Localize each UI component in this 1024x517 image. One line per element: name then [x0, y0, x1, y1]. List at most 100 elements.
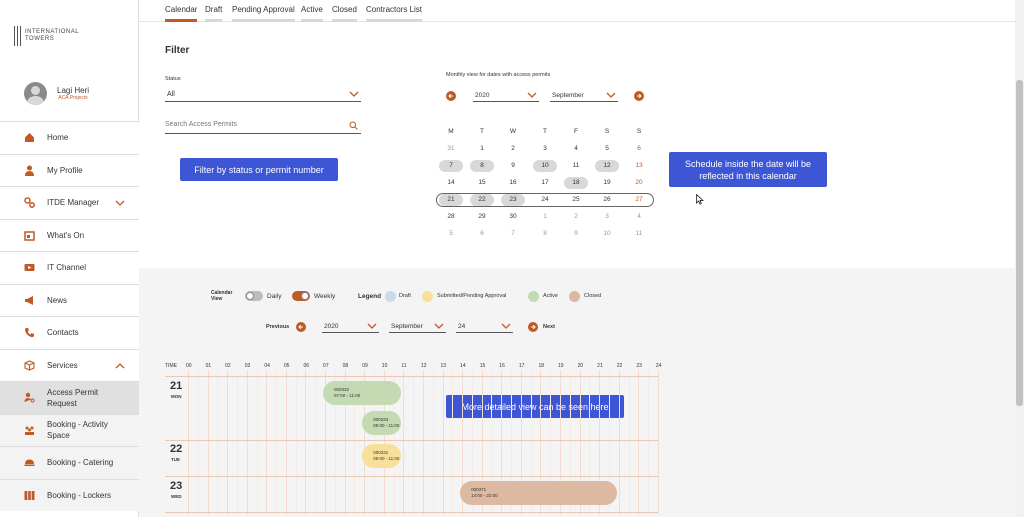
permit-event[interactable]: 000333 09:00 - 11:00 — [362, 411, 402, 435]
year-select[interactable]: 2020 — [473, 89, 539, 102]
calendar-day[interactable]: 18 — [566, 177, 586, 189]
calendar-day[interactable]: 1 — [535, 211, 555, 223]
scrollbar-thumb[interactable] — [1016, 80, 1023, 406]
week-month-select[interactable]: September — [389, 320, 446, 333]
sidebar-item-whats-on[interactable]: What's On — [0, 218, 139, 251]
calendar-day[interactable]: 14 — [441, 177, 461, 189]
calendar-day[interactable]: 5 — [441, 228, 461, 240]
week-year-select[interactable]: 2020 — [322, 320, 379, 333]
next-month-button[interactable] — [634, 91, 644, 101]
calendar-day[interactable]: 27 — [629, 194, 649, 206]
previous-month-button[interactable] — [446, 91, 456, 101]
sidebar-item-booking-activity-space[interactable]: Booking - Activity Space — [0, 413, 139, 446]
calendar-day[interactable]: 4 — [566, 143, 586, 155]
permit-event[interactable]: 000371 14:00 - 22:00 — [460, 481, 617, 505]
calendar-day[interactable]: 15 — [472, 177, 492, 189]
sidebar-item-contacts[interactable]: Contacts — [0, 316, 139, 349]
calendar-day[interactable]: 7 — [441, 160, 461, 172]
calendar-day[interactable]: 1 — [472, 143, 492, 155]
tab-pending-approval[interactable]: Pending Approval — [232, 5, 295, 22]
calendar-day[interactable]: 6 — [472, 228, 492, 240]
calendar-day[interactable]: 28 — [441, 211, 461, 223]
chevron-up-icon[interactable] — [115, 361, 125, 371]
calendar-day[interactable]: 26 — [597, 194, 617, 206]
tab-active[interactable]: Active — [301, 5, 323, 22]
calendar-day[interactable]: 17 — [535, 177, 555, 189]
sidebar-item-booking-lockers[interactable]: Booking - Lockers — [0, 478, 139, 511]
previous-week-button[interactable] — [296, 322, 306, 332]
calendar-day[interactable]: 29 — [472, 211, 492, 223]
calendar-day[interactable]: 13 — [629, 160, 649, 172]
calendar-day[interactable]: 10 — [535, 160, 555, 172]
calendar-day[interactable]: 21 — [441, 194, 461, 206]
calendar-day[interactable]: 7 — [503, 228, 523, 240]
calendar-day[interactable]: 3 — [597, 211, 617, 223]
calendar-day[interactable]: 2 — [503, 143, 523, 155]
daily-toggle[interactable] — [245, 291, 263, 301]
calendar-day[interactable]: 16 — [503, 177, 523, 189]
calendar-day[interactable]: 12 — [597, 160, 617, 172]
calendar-day[interactable]: 11 — [566, 160, 586, 172]
tab-calendar[interactable]: Calendar — [165, 5, 198, 22]
calendar-day[interactable]: 8 — [535, 228, 555, 240]
chevron-down-icon[interactable] — [115, 198, 125, 208]
sidebar-item-access-permit-request[interactable]: Access Permit Request — [0, 381, 139, 414]
sidebar-item-itde-manager[interactable]: ITDE Manager — [0, 186, 139, 219]
sidebar-item-label: Access Permit Request — [47, 387, 99, 408]
calendar-day[interactable]: 8 — [472, 160, 492, 172]
calendar-day[interactable]: 25 — [566, 194, 586, 206]
calendar-day[interactable]: 5 — [597, 143, 617, 155]
sidebar-item-services[interactable]: Services — [0, 348, 139, 381]
calendar-day[interactable]: 31 — [441, 143, 461, 155]
calendar-day[interactable]: 6 — [629, 143, 649, 155]
tab-closed[interactable]: Closed — [332, 5, 357, 22]
permit-event[interactable]: 000332 07:00 - 11:00 — [323, 381, 402, 405]
tab-contractors-list[interactable]: Contractors List — [366, 5, 423, 22]
permit-event[interactable]: 000331 09:00 - 11:00 — [362, 444, 402, 468]
previous-label: Previous — [266, 324, 290, 330]
calendar-day[interactable]: 9 — [503, 160, 523, 172]
next-label: Next — [543, 324, 555, 330]
row-divider — [165, 476, 658, 477]
weekly-toggle[interactable] — [292, 291, 310, 301]
sidebar-item-label: Services — [47, 360, 78, 370]
status-select[interactable]: All — [165, 88, 361, 102]
sidebar-item-it-channel[interactable]: IT Channel — [0, 251, 139, 284]
calendar-day[interactable]: 22 — [472, 194, 492, 206]
day-name: MON — [171, 394, 182, 399]
month-select[interactable]: September — [550, 89, 618, 102]
sidebar-item-home[interactable]: Home — [0, 121, 139, 154]
weekday-header: F — [574, 128, 578, 135]
calendar-day[interactable]: 20 — [629, 177, 649, 189]
hour-label: 02 — [225, 363, 231, 369]
calendar-day[interactable]: 23 — [503, 194, 523, 206]
grid-line — [638, 370, 640, 515]
legend-closed-label: Closed — [584, 293, 602, 299]
hour-label: 06 — [303, 363, 310, 369]
calendar-day[interactable]: 19 — [597, 177, 617, 189]
sidebar-item-my-profile[interactable]: My Profile — [0, 153, 139, 186]
calendar-day[interactable]: 3 — [535, 143, 555, 155]
grid-line — [648, 370, 650, 515]
page-scrollbar[interactable] — [1015, 0, 1024, 517]
tab-draft[interactable]: Draft — [205, 5, 223, 22]
hour-label: 19 — [558, 363, 564, 369]
profile[interactable]: Lagi Heri ACA Projects — [24, 82, 89, 105]
calendar-day[interactable]: 2 — [566, 211, 586, 223]
next-week-button[interactable] — [528, 322, 538, 332]
calendar-day[interactable]: 9 — [566, 228, 586, 240]
cursor-icon — [696, 194, 704, 205]
sidebar-item-news[interactable]: News — [0, 283, 139, 316]
grid-line — [256, 370, 258, 515]
calendar-day[interactable]: 4 — [629, 211, 649, 223]
week-day-select[interactable]: 24 — [456, 320, 513, 333]
search-input[interactable]: Search Access Permits — [165, 120, 361, 134]
calendar-day[interactable]: 11 — [629, 228, 649, 240]
calendar-day[interactable]: 24 — [535, 194, 555, 206]
logo[interactable]: INTERNATIONAL TOWERS — [14, 26, 79, 46]
calendar-day[interactable]: 10 — [597, 228, 617, 240]
calendar-day[interactable]: 30 — [503, 211, 523, 223]
month-value: September — [552, 92, 584, 99]
sidebar-item-booking-catering[interactable]: Booking - Catering — [0, 446, 139, 479]
grid-line — [236, 370, 238, 515]
